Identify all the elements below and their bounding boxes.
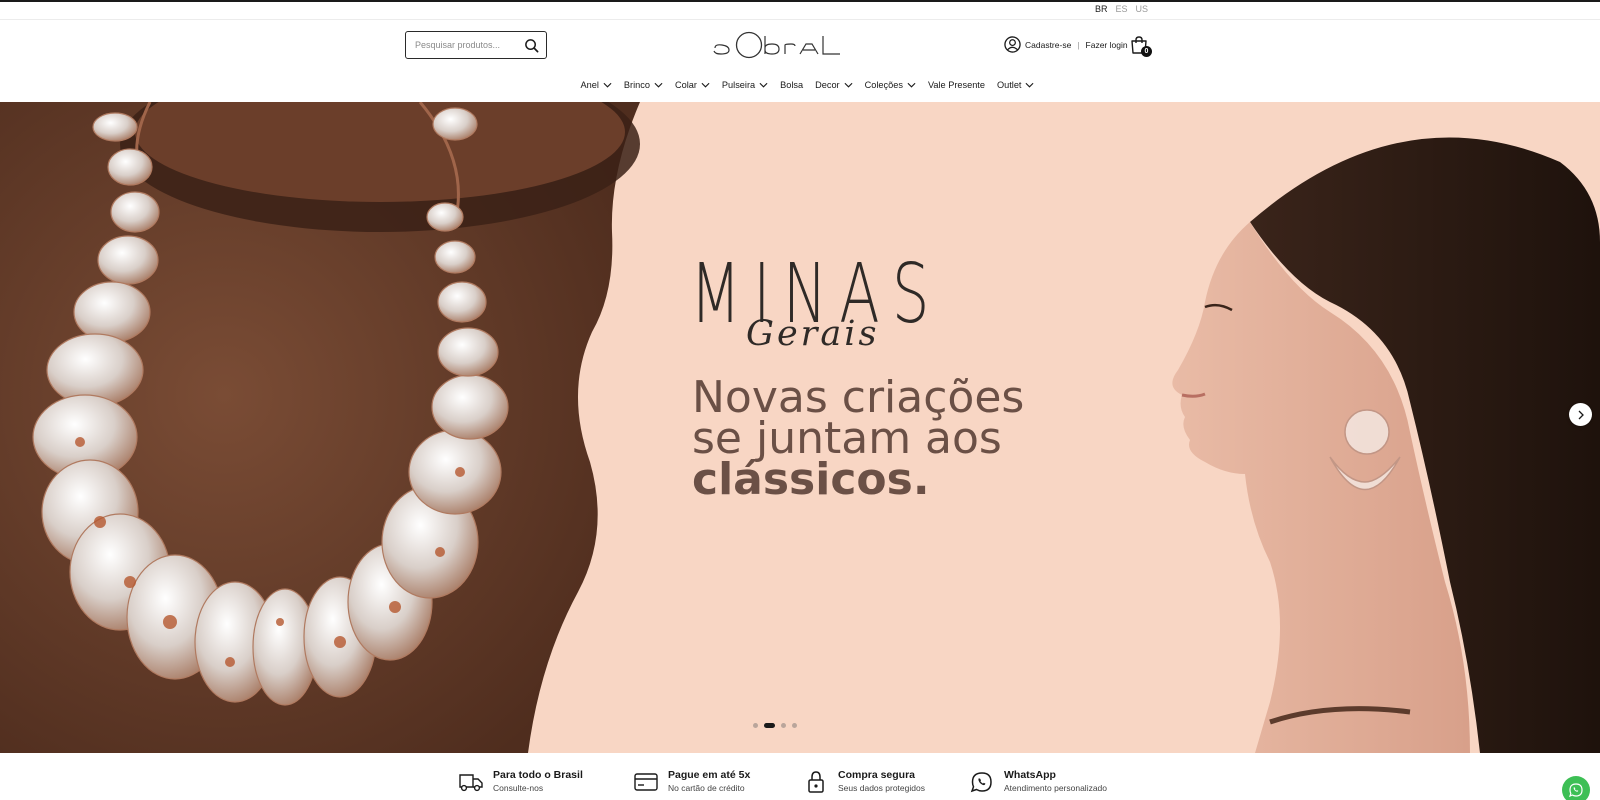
signup-link[interactable]: Cadastre-se bbox=[1025, 40, 1071, 50]
features-bar: Para todo o Brasil Consulte-nos Pague em… bbox=[0, 753, 1600, 800]
nav-item-colecoes[interactable]: Coleções bbox=[865, 80, 916, 90]
language-es[interactable]: ES bbox=[1115, 4, 1127, 14]
nav-item-outlet[interactable]: Outlet bbox=[997, 80, 1035, 90]
top-border bbox=[0, 0, 1600, 2]
feature-title: WhatsApp bbox=[1004, 769, 1056, 781]
search-icon[interactable] bbox=[524, 38, 539, 53]
nav-item-label: Vale Presente bbox=[927, 80, 985, 90]
chevron-right-icon bbox=[1578, 410, 1584, 419]
hero-line-3: clássicos. bbox=[692, 454, 930, 505]
slider-next-button[interactable] bbox=[1569, 403, 1592, 426]
slider-dot[interactable] bbox=[753, 723, 758, 728]
cart-button[interactable]: 0 bbox=[1129, 36, 1153, 58]
account-separator: | bbox=[1077, 39, 1080, 50]
nav-item-label: Decor bbox=[815, 80, 840, 90]
feature-title: Compra segura bbox=[838, 769, 916, 781]
nav-item-label: Bolsa bbox=[780, 80, 804, 90]
nav-item-anel[interactable]: Anel bbox=[581, 80, 612, 90]
cart-count-badge: 0 bbox=[1141, 46, 1152, 57]
hero-tagline: Novas criações se juntam aos clássicos. bbox=[692, 372, 1025, 505]
nav-item-label: Colar bbox=[674, 80, 697, 90]
chevron-down-icon bbox=[654, 82, 663, 88]
slider-dot[interactable] bbox=[781, 723, 786, 728]
feature-subtitle: Consulte-nos bbox=[493, 783, 544, 793]
whatsapp-icon bbox=[1569, 783, 1583, 798]
chevron-down-icon bbox=[701, 82, 710, 88]
nav-item-decor[interactable]: Decor bbox=[815, 80, 853, 90]
language-us[interactable]: US bbox=[1135, 4, 1148, 14]
feature-shipping: Para todo o Brasil Consulte-nos bbox=[459, 769, 583, 794]
chevron-down-icon bbox=[907, 82, 916, 88]
nav-item-pulseira[interactable]: Pulseira bbox=[722, 80, 768, 90]
language-br[interactable]: BR bbox=[1095, 4, 1108, 14]
feature-secure: Compra segura Seus dados protegidos bbox=[804, 769, 925, 794]
nav-item-bolsa[interactable]: Bolsa bbox=[780, 80, 803, 90]
hero-script-title: Gerais bbox=[746, 314, 880, 354]
nav-item-label: Outlet bbox=[996, 80, 1022, 90]
hero-line-2: se juntam aos bbox=[692, 413, 1002, 464]
credit-card-icon bbox=[634, 773, 658, 791]
account-area: Cadastre-se | Fazer login bbox=[1004, 36, 1128, 53]
nav-item-brinco[interactable]: Brinco bbox=[624, 80, 663, 90]
login-link[interactable]: Fazer login bbox=[1086, 40, 1128, 50]
nav-item-label: Pulseira bbox=[721, 80, 756, 90]
chevron-down-icon bbox=[1026, 82, 1034, 88]
user-circle-icon[interactable] bbox=[1004, 36, 1021, 53]
search-box bbox=[405, 31, 547, 59]
hero-banner[interactable]: MINAS Gerais Novas criações se juntam ao… bbox=[0, 102, 1600, 753]
whatsapp-float-button[interactable] bbox=[1562, 776, 1590, 800]
feature-whatsapp[interactable]: WhatsApp Atendimento personalizado bbox=[970, 769, 1107, 794]
truck-icon bbox=[459, 774, 483, 792]
lock-icon bbox=[808, 771, 824, 793]
chevron-down-icon bbox=[759, 82, 768, 88]
nav-item-label: Anel bbox=[580, 80, 599, 90]
whatsapp-icon bbox=[970, 772, 992, 793]
nav-item-colar[interactable]: Colar bbox=[675, 80, 710, 90]
slider-dot[interactable] bbox=[792, 723, 797, 728]
feature-payment: Pague em até 5x No cartão de crédito bbox=[634, 769, 750, 794]
sobral-logo[interactable] bbox=[713, 30, 841, 60]
main-nav: Anel Brinco Colar Pulseira Bolsa Decor C… bbox=[0, 80, 1600, 90]
nav-item-label: Brinco bbox=[623, 80, 650, 90]
hero-line-1: Novas criações bbox=[692, 372, 1025, 423]
feature-title: Pague em até 5x bbox=[668, 769, 751, 781]
language-switcher: BR ES US bbox=[1095, 4, 1148, 14]
search-input[interactable] bbox=[415, 40, 519, 50]
header-divider bbox=[0, 19, 1600, 20]
chevron-down-icon bbox=[603, 82, 612, 88]
slider-dot-active[interactable] bbox=[764, 723, 775, 728]
nav-item-vale-presente[interactable]: Vale Presente bbox=[928, 80, 985, 90]
nav-item-label: Coleções bbox=[864, 80, 903, 90]
chevron-down-icon bbox=[844, 82, 853, 88]
feature-subtitle: No cartão de crédito bbox=[668, 783, 745, 793]
feature-title: Para todo o Brasil bbox=[493, 769, 583, 781]
feature-subtitle: Atendimento personalizado bbox=[1004, 783, 1108, 793]
feature-subtitle: Seus dados protegidos bbox=[838, 783, 925, 793]
slider-dots bbox=[753, 723, 797, 728]
